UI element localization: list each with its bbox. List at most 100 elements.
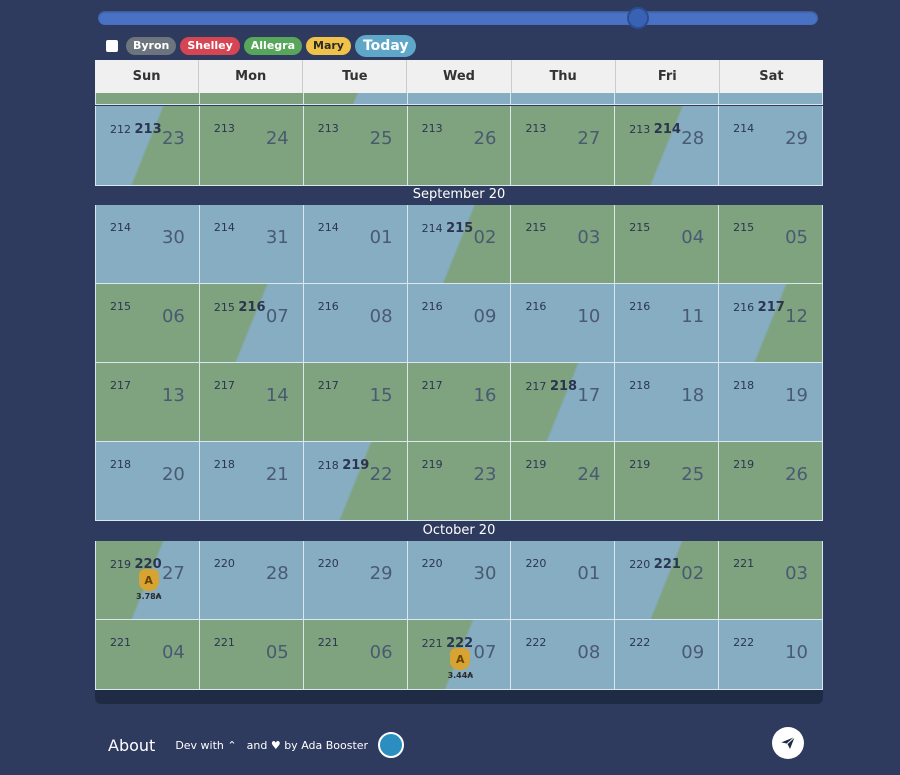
day-cell[interactable]: 220 01 xyxy=(511,541,616,620)
day-cell[interactable]: 218 219 22 xyxy=(303,442,408,521)
day-cell[interactable]: 213 25 xyxy=(303,106,408,186)
day-cell[interactable]: 217 13 xyxy=(95,363,200,442)
day-cell[interactable]: 216 09 xyxy=(407,284,512,363)
dev-with-text: Dev with ⌃ xyxy=(175,738,237,752)
day-cell[interactable]: 221 06 xyxy=(303,620,408,690)
reward-badge: A 3.78₳ xyxy=(136,569,161,601)
weekday-sat: Sat xyxy=(759,69,784,84)
day-cell[interactable]: 222 10 xyxy=(719,620,824,690)
epoch-label: 214 xyxy=(733,122,754,135)
day-cell[interactable]: 215 03 xyxy=(511,205,616,284)
epoch-label: 221 xyxy=(733,557,754,570)
day-cell[interactable]: 220 28 xyxy=(199,541,304,620)
epoch-number: 216 xyxy=(525,300,547,313)
day-number: 23 xyxy=(161,128,185,149)
day-cell[interactable]: 213 24 xyxy=(199,106,304,186)
pill-byron[interactable]: Byron xyxy=(126,37,177,55)
day-cell[interactable]: 219 25 xyxy=(615,442,720,521)
day-cell[interactable]: 215 06 xyxy=(95,284,200,363)
day-cell[interactable]: 219 23 xyxy=(407,442,512,521)
day-cell[interactable]: 213 214 28 xyxy=(615,106,720,186)
day-cell[interactable]: 217 16 xyxy=(407,363,512,442)
strip-cell xyxy=(95,93,200,105)
day-cell[interactable]: 216 217 12 xyxy=(719,284,824,363)
epoch-label: 214 xyxy=(318,221,339,234)
pill-allegra[interactable]: Allegra xyxy=(243,37,303,55)
epoch-label: 217 xyxy=(110,379,131,392)
epoch-label: 216 xyxy=(422,300,443,313)
day-cell[interactable]: 214 215 02 xyxy=(407,205,512,284)
day-number: 29 xyxy=(369,563,393,584)
day-cell[interactable]: 214 29 xyxy=(719,106,824,186)
day-number: 20 xyxy=(161,464,185,485)
day-cell[interactable]: 220 29 xyxy=(303,541,408,620)
day-number: 29 xyxy=(785,128,809,149)
day-number: 30 xyxy=(473,563,497,584)
day-cell[interactable]: 215 216 07 xyxy=(199,284,304,363)
day-cell[interactable]: 218 19 xyxy=(719,363,824,442)
day-cell[interactable]: 221 222 07 A 3.44₳ xyxy=(407,620,512,690)
day-cell[interactable]: 217 218 17 xyxy=(511,363,616,442)
epoch-number: 218 xyxy=(110,458,131,471)
filter-checkbox[interactable] xyxy=(106,40,118,52)
epoch-number: 215 xyxy=(525,221,547,234)
day-cell[interactable]: 220 30 xyxy=(407,541,512,620)
day-cell[interactable]: 216 11 xyxy=(615,284,720,363)
day-cell[interactable]: 222 09 xyxy=(615,620,720,690)
day-cell[interactable]: 215 05 xyxy=(719,205,824,284)
telegram-button[interactable] xyxy=(772,727,804,759)
slider-thumb[interactable] xyxy=(627,7,649,29)
ada-booster-logo-icon[interactable] xyxy=(378,732,405,758)
day-cell[interactable]: 214 31 xyxy=(199,205,304,284)
day-cell[interactable]: 221 05 xyxy=(199,620,304,690)
day-cell[interactable]: 217 15 xyxy=(303,363,408,442)
epoch-label: 220 xyxy=(214,557,235,570)
day-cell[interactable]: 218 18 xyxy=(615,363,720,442)
day-cell[interactable]: 222 08 xyxy=(511,620,616,690)
epoch-label: 216 217 xyxy=(733,300,785,315)
pill-shelley[interactable]: Shelley xyxy=(180,37,240,55)
day-cell[interactable]: 215 04 xyxy=(615,205,720,284)
day-cell[interactable]: 219 24 xyxy=(511,442,616,521)
day-cell[interactable]: 213 26 xyxy=(407,106,512,186)
day-cell[interactable]: 218 21 xyxy=(199,442,304,521)
epoch-label: 222 xyxy=(525,636,546,649)
epoch-label: 213 xyxy=(525,122,546,135)
about-link[interactable]: About xyxy=(108,736,155,755)
day-number: 01 xyxy=(369,227,393,248)
day-number: 16 xyxy=(473,385,497,406)
day-cell[interactable]: 212 213 23 xyxy=(95,106,200,186)
epoch-label: 221 xyxy=(214,636,235,649)
day-cell[interactable]: 219 220 27 A 3.78₳ xyxy=(95,541,200,620)
epoch-number: 219 xyxy=(421,458,443,471)
epoch-label: 219 xyxy=(525,458,546,471)
epoch-number: 215 xyxy=(629,221,651,234)
epoch-number: 222 xyxy=(733,636,755,649)
day-number: 09 xyxy=(681,642,705,663)
day-cell[interactable]: 213 27 xyxy=(511,106,616,186)
calendar-week-row: 218 20 218 21 218 219 22 219 23 219 24 219 25 219 26 xyxy=(95,442,824,521)
day-cell[interactable]: 216 10 xyxy=(511,284,616,363)
day-cell[interactable]: 220 221 02 xyxy=(615,541,720,620)
weekday-wed: Wed xyxy=(407,60,512,93)
epoch-label: 217 xyxy=(318,379,339,392)
day-cell[interactable]: 221 03 xyxy=(719,541,824,620)
today-button[interactable]: Today xyxy=(354,35,417,57)
epoch-number: 220 xyxy=(421,557,443,570)
epoch-number: 216 xyxy=(317,300,339,313)
epoch-slider[interactable] xyxy=(98,7,818,29)
day-cell[interactable]: 217 14 xyxy=(199,363,304,442)
new-epoch-number: 213 xyxy=(134,122,162,137)
pill-mary[interactable]: Mary xyxy=(306,37,351,55)
day-cell[interactable]: 218 20 xyxy=(95,442,200,521)
day-cell[interactable]: 221 04 xyxy=(95,620,200,690)
new-epoch-number: 217 xyxy=(757,300,785,315)
day-cell[interactable]: 219 26 xyxy=(719,442,824,521)
day-cell[interactable]: 214 30 xyxy=(95,205,200,284)
day-number: 18 xyxy=(681,385,705,406)
day-cell[interactable]: 216 08 xyxy=(303,284,408,363)
epoch-label: 218 xyxy=(733,379,754,392)
day-number: 26 xyxy=(785,464,809,485)
day-cell[interactable]: 214 01 xyxy=(303,205,408,284)
day-number: 28 xyxy=(265,563,289,584)
